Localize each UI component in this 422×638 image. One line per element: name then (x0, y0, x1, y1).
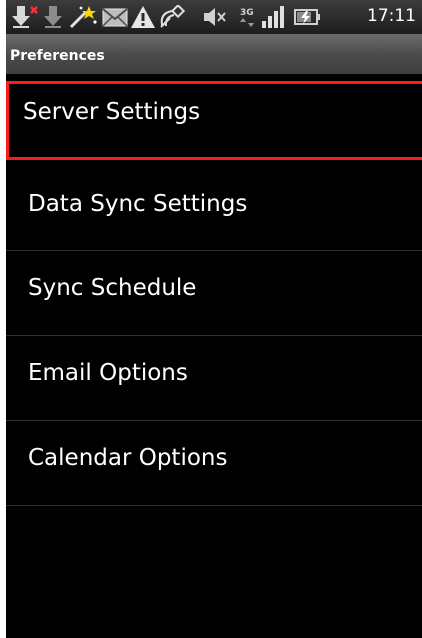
phone-screen: 3G 17:11 Preferences Server Settings Dat (6, 0, 422, 638)
battery-charging-icon (294, 9, 320, 25)
list-item-label: Data Sync Settings (28, 191, 248, 217)
email-icon (102, 8, 128, 27)
satellite-icon (160, 5, 186, 28)
svg-text:3G: 3G (240, 8, 254, 18)
status-time: 17:11 (367, 6, 416, 26)
signal-bars-icon (262, 6, 284, 28)
list-item-sync-schedule[interactable]: Sync Schedule (6, 251, 422, 336)
warning-icon (131, 6, 155, 28)
magic-wand-icon (69, 6, 97, 29)
download-error-icon (12, 6, 38, 28)
preferences-list: Server Settings Data Sync Settings Sync … (6, 74, 422, 506)
list-item-label: Email Options (28, 360, 188, 386)
status-bar: 3G 17:11 (6, 0, 422, 34)
list-item-server-settings[interactable]: Server Settings (6, 81, 422, 160)
title-bar: Preferences (6, 34, 422, 74)
list-item-label: Calendar Options (28, 445, 228, 471)
list-item-label: Server Settings (23, 99, 201, 125)
page-title: Preferences (10, 48, 105, 64)
download-icon (44, 6, 62, 28)
list-item-label: Sync Schedule (28, 275, 197, 301)
list-item-data-sync-settings[interactable]: Data Sync Settings (6, 160, 422, 251)
list-item-calendar-options[interactable]: Calendar Options (6, 421, 422, 506)
3g-icon: 3G (240, 8, 254, 27)
list-item-email-options[interactable]: Email Options (6, 336, 422, 421)
speaker-muted-icon (204, 8, 226, 26)
